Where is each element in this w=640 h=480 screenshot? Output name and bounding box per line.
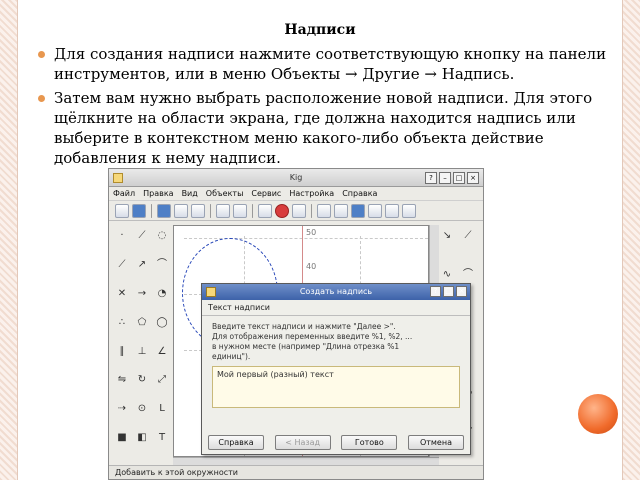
segment-tool-icon[interactable]: ⟋ (134, 229, 150, 243)
zoom-fit-icon[interactable] (385, 203, 399, 218)
locus-tool-icon[interactable]: ◯ (154, 316, 170, 330)
tangent-tool-icon[interactable]: ⌒ (460, 268, 476, 282)
delete-icon[interactable] (258, 203, 272, 218)
point-tool-icon[interactable]: · (114, 229, 130, 243)
text-tool-icon[interactable]: T (154, 431, 170, 445)
new-file-icon[interactable] (115, 203, 129, 218)
homothety-tool-icon[interactable]: ⊙ (134, 402, 150, 416)
save-as-icon[interactable] (174, 203, 188, 218)
ray-tool-icon[interactable]: ↗ (134, 258, 150, 272)
slide-title: Надписи (284, 22, 356, 38)
rotate-tool-icon[interactable]: ↻ (134, 373, 150, 387)
left-decorative-rail (0, 0, 18, 480)
minimize-button[interactable]: – (439, 172, 451, 184)
conic-tool-icon[interactable]: ◔ (154, 287, 170, 301)
scale-tool-icon[interactable]: ⤢ (154, 373, 170, 387)
midpoint-tool-icon[interactable]: ∴ (114, 316, 130, 330)
line-tool-icon[interactable]: ⟋ (114, 258, 130, 272)
zoom-out-icon[interactable] (402, 203, 416, 218)
horizontal-scrollbar[interactable] (173, 457, 439, 465)
window-titlebar: Kig ? – □ × (109, 169, 483, 187)
menu-objects[interactable]: Объекты (206, 189, 244, 198)
transform-tool-icon[interactable]: ↘ (439, 229, 455, 243)
toolbar-separator (210, 203, 211, 218)
intersection-tool-icon[interactable]: ✕ (114, 287, 130, 301)
maximize-button[interactable]: □ (453, 172, 465, 184)
axis-tick-label: 40 (306, 262, 317, 271)
finish-button[interactable]: Готово (341, 435, 398, 450)
menubar: Файл Правка Вид Объекты Сервис Настройка… (109, 187, 483, 201)
grid-icon[interactable] (368, 203, 382, 218)
mirror-tool-icon[interactable]: ⇋ (114, 373, 130, 387)
bullet-item: Затем вам нужно выбрать расположение нов… (38, 88, 610, 168)
perpendicular-tool-icon[interactable]: ⊥ (134, 345, 150, 359)
save-icon[interactable] (157, 203, 171, 218)
arc-tool-icon[interactable]: ⌒ (154, 258, 170, 272)
redo-icon[interactable] (233, 203, 247, 218)
help-button[interactable]: Справка (208, 435, 264, 450)
dialog-maximize-icon[interactable]: □ (443, 286, 454, 297)
toolbar-separator (151, 203, 152, 218)
menu-tools[interactable]: Сервис (251, 189, 281, 198)
bullet-list: Для создания надписи нажмите соответству… (38, 44, 610, 172)
kig-window: Kig ? – □ × Файл Правка Вид Объекты Серв… (108, 168, 484, 480)
measure-tool-icon[interactable]: ⟋ (460, 229, 476, 243)
open-file-icon[interactable] (132, 203, 146, 218)
dialog-titlebar: Создать надпись ? □ × (202, 284, 470, 300)
toolbar-separator (311, 203, 312, 218)
style-tool-icon[interactable]: ◧ (134, 431, 150, 445)
menu-view[interactable]: Вид (182, 189, 198, 198)
vector-tool-icon[interactable]: → (134, 287, 150, 301)
toolbar-separator (252, 203, 253, 218)
close-button[interactable]: × (467, 172, 479, 184)
dialog-button-row: Справка < Назад Готово Отмена (202, 435, 470, 450)
menu-edit[interactable]: Правка (143, 189, 173, 198)
create-label-dialog: Создать надпись ? □ × Текст надписи Введ… (201, 283, 471, 455)
print-icon[interactable] (191, 203, 205, 218)
cancel-button[interactable]: Отмена (407, 435, 464, 450)
status-bar: Добавить к этой окружности (109, 465, 483, 479)
curve-tool-icon[interactable]: ∿ (439, 268, 455, 282)
decorative-orange-circle (578, 394, 618, 434)
dialog-help-icon[interactable]: ? (430, 286, 441, 297)
help-window-button[interactable]: ? (425, 172, 437, 184)
back-button[interactable]: < Назад (274, 435, 331, 450)
translate-tool-icon[interactable]: ⇢ (114, 402, 130, 416)
angle-tool-icon[interactable]: ∠ (154, 345, 170, 359)
polygon-tool-icon[interactable]: ⬠ (134, 316, 150, 330)
left-tool-palette: · ⟋ ◌ ⟋ ↗ ⌒ ✕ → ◔ ∴ ⬠ ◯ ∥ ⊥ ∠ ⇋ ↻ ⤢ ⇢ ⊙ … (111, 225, 171, 457)
main-toolbar (109, 201, 483, 221)
fullscreen-icon[interactable] (351, 203, 365, 218)
parallel-tool-icon[interactable]: ∥ (114, 345, 130, 359)
cancel-construction-icon[interactable] (275, 203, 289, 218)
select-tool-icon[interactable] (317, 203, 331, 218)
axis-tick-label: 50 (306, 228, 317, 237)
bullet-item: Для создания надписи нажмите соответству… (38, 44, 610, 84)
dialog-section-heading: Текст надписи (202, 300, 470, 316)
label-tool-icon[interactable]: L (154, 402, 170, 416)
dialog-instructions: Введите текст надписи и нажмите "Далее >… (212, 322, 413, 361)
menu-help[interactable]: Справка (342, 189, 377, 198)
repeat-icon[interactable] (292, 203, 306, 218)
fill-tool-icon[interactable]: ■ (114, 431, 130, 445)
label-text-input[interactable]: Мой первый (разный) текст (212, 366, 460, 408)
right-decorative-rail (622, 0, 640, 480)
dialog-close-icon[interactable]: × (456, 286, 467, 297)
menu-settings[interactable]: Настройка (289, 189, 334, 198)
undo-icon[interactable] (216, 203, 230, 218)
zoom-in-icon[interactable] (334, 203, 348, 218)
menu-file[interactable]: Файл (113, 189, 135, 198)
circle-tool-icon[interactable]: ◌ (154, 229, 170, 243)
